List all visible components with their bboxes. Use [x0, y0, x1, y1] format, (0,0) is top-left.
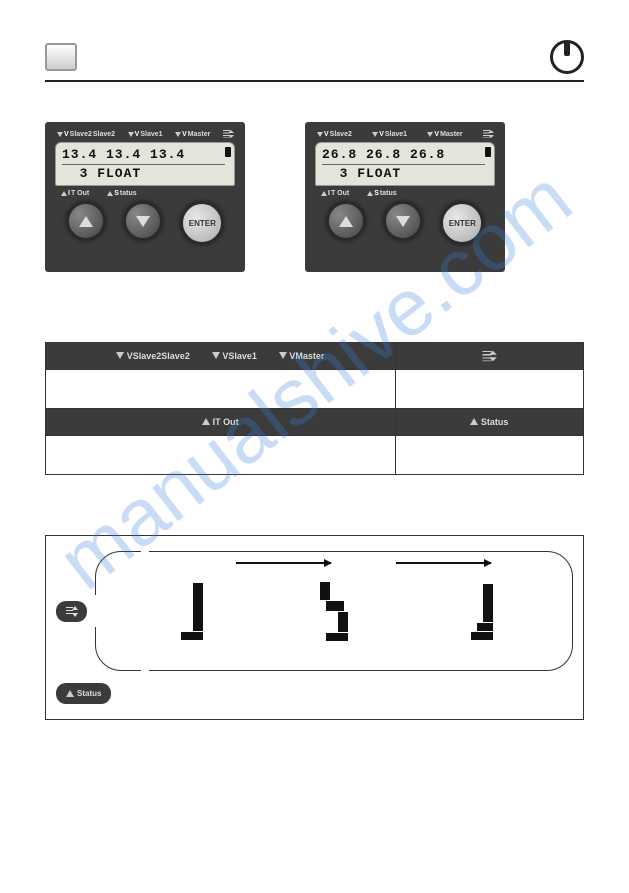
table-cell: [46, 436, 396, 475]
triangle-up-icon: [66, 690, 74, 697]
status-label: tatus: [82, 689, 101, 698]
brand-logo-icon: [550, 40, 584, 74]
label-status: Status: [367, 190, 396, 197]
menu-scroll-icon: [66, 607, 77, 616]
table-cell: [395, 436, 583, 475]
enter-button[interactable]: ENTER: [440, 201, 484, 245]
label-vslave2: VSlave2: [317, 131, 352, 138]
label-itout: IT Out: [61, 190, 89, 197]
up-button[interactable]: [326, 201, 366, 241]
status-pill: Status: [56, 683, 111, 704]
th-itout: IT Out: [54, 417, 387, 427]
lcd-line-1: 13.4 13.4 13.4: [62, 147, 228, 162]
lcd-display: 26.8 26.8 26.8 3 FLOAT: [315, 142, 495, 186]
triangle-down-icon: [396, 216, 410, 227]
charge-stage-diagram: Status: [45, 535, 584, 720]
menu-scroll-icon: [223, 130, 233, 138]
table-cell: [46, 370, 396, 409]
down-button[interactable]: [383, 201, 423, 241]
document-icon: [45, 43, 77, 71]
menu-pill: [56, 601, 87, 622]
stage-3-icon: [465, 583, 493, 640]
arrow-icon: [236, 562, 331, 564]
page-header: [45, 40, 584, 82]
label-vslave1: VSlave1: [372, 131, 407, 138]
label-vmaster: VMaster: [175, 131, 210, 138]
device-panel-12v: VSlave2Slave2 VSlave1 VMaster 13.4 13.4 …: [45, 122, 245, 272]
label-itout: IT Out: [321, 190, 349, 197]
label-vslave2: VSlave2Slave2: [57, 131, 115, 138]
arrow-icon: [396, 562, 491, 564]
triangle-up-icon: [79, 216, 93, 227]
enter-button[interactable]: ENTER: [180, 201, 224, 245]
lcd-scrollbar: [485, 147, 491, 171]
stage-2-icon: [320, 581, 348, 641]
th-status: Status: [404, 417, 575, 427]
up-button[interactable]: [66, 201, 106, 241]
table-cell: [395, 370, 583, 409]
menu-scroll-icon: [483, 130, 493, 138]
lcd-display: 13.4 13.4 13.4 3 FLOAT: [55, 142, 235, 186]
label-vmaster: VMaster: [427, 131, 462, 138]
lcd-line-2: 3 FLOAT: [62, 166, 228, 181]
stage-1-icon: [175, 582, 203, 640]
indicator-table: VSlave2Slave2 VSlave1 VMaster IT Out Sta…: [45, 342, 584, 475]
lcd-line-2: 3 FLOAT: [322, 166, 488, 181]
triangle-up-icon: [339, 216, 353, 227]
th-voltage-headers: VSlave2Slave2 VSlave1 VMaster: [54, 351, 387, 361]
device-panel-24v: VSlave2 VSlave1 VMaster 26.8 26.8 26.8 3…: [305, 122, 505, 272]
device-panels-row: VSlave2Slave2 VSlave1 VMaster 13.4 13.4 …: [45, 122, 584, 272]
label-status: Status: [107, 190, 136, 197]
flow-loop: [95, 551, 573, 671]
lcd-scrollbar: [225, 147, 231, 171]
lcd-line-1: 26.8 26.8 26.8: [322, 147, 488, 162]
down-button[interactable]: [123, 201, 163, 241]
label-vslave1: VSlave1: [128, 131, 163, 138]
triangle-down-icon: [136, 216, 150, 227]
th-menu-header: [404, 352, 575, 360]
